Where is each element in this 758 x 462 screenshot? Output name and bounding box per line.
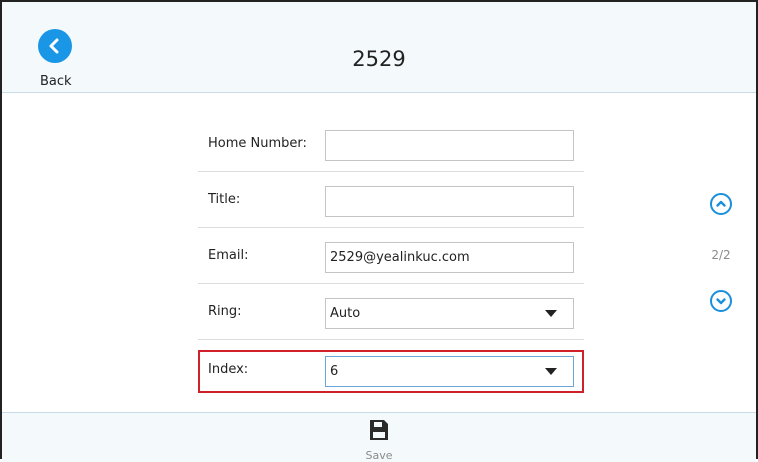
row-divider [198, 339, 584, 340]
dropdown-caret-icon [545, 310, 557, 317]
email-row: Email: 2529@yealinkuc.com [198, 228, 584, 284]
home-number-input[interactable] [325, 130, 574, 161]
chevron-down-icon [716, 298, 726, 305]
ring-select-value: Auto [330, 306, 361, 321]
ring-select[interactable]: Auto [325, 298, 574, 329]
home-number-row: Home Number: [198, 116, 584, 172]
home-number-label: Home Number: [208, 136, 307, 151]
save-label[interactable]: Save [2, 449, 756, 462]
title-row: Title: [198, 172, 584, 228]
footer-bar: Save [2, 412, 756, 462]
page-indicator: 2/2 [711, 248, 731, 262]
back-label[interactable]: Back [40, 74, 72, 89]
chevron-up-icon [716, 200, 726, 207]
title-input[interactable] [325, 186, 574, 217]
email-input[interactable]: 2529@yealinkuc.com [325, 242, 574, 273]
contact-edit-screen: Back 2529 Home Number: Title: Email: 252… [0, 0, 758, 462]
page-up-button[interactable] [710, 193, 732, 215]
ring-row: Ring: Auto [198, 284, 584, 340]
index-highlight-box [198, 350, 584, 393]
page-title: 2529 [352, 47, 406, 71]
floppy-disk-icon[interactable] [369, 419, 389, 441]
title-label: Title: [208, 192, 241, 207]
header-bar: Back 2529 [2, 2, 756, 93]
ring-label: Ring: [208, 304, 242, 319]
page-down-button[interactable] [710, 290, 732, 312]
email-label: Email: [208, 248, 249, 263]
